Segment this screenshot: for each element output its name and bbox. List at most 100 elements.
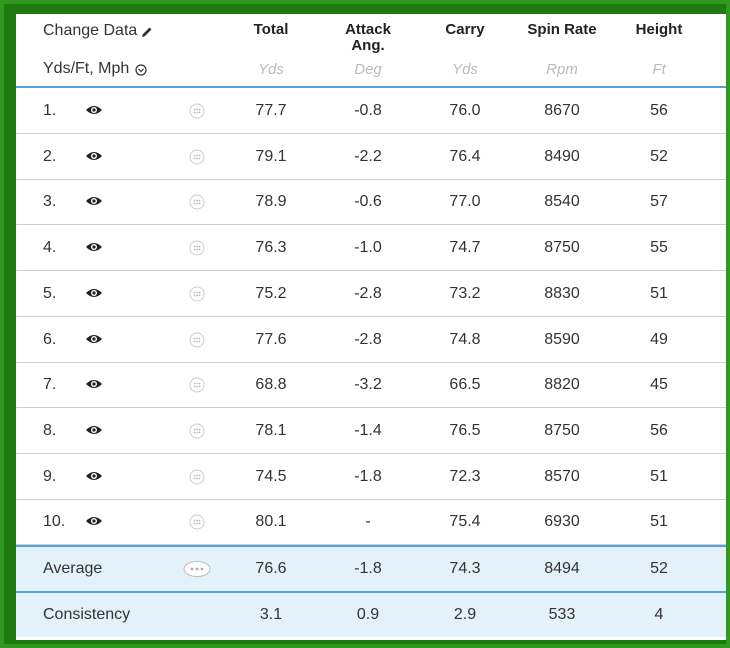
table-row: 3. 78.9 -0.6 77.0 8540 57 (16, 179, 726, 226)
row-index: 3. (43, 193, 57, 211)
cell-height: 51 (650, 513, 668, 531)
cell-attack-angle: -2.2 (354, 147, 382, 165)
eye-icon[interactable] (85, 469, 103, 483)
dots-circle-icon[interactable] (189, 514, 205, 530)
cell-height: 45 (650, 376, 668, 394)
average-row: Average 76.6 -1.8 74.3 8494 52 (16, 545, 726, 591)
eye-icon[interactable] (85, 286, 103, 300)
cell-height: 49 (650, 330, 668, 348)
cell-spin-rate: 8590 (544, 330, 580, 348)
column-unit-total: Yds (258, 61, 284, 78)
dots-circle-icon[interactable] (189, 240, 205, 256)
cell-attack-angle: - (365, 513, 371, 531)
cell-carry: 76.5 (449, 421, 481, 439)
cell-total: 79.1 (255, 147, 287, 165)
average-carry: 74.3 (449, 560, 481, 577)
column-header-spin-rate: Spin Rate (527, 21, 597, 38)
consistency-label: Consistency (43, 606, 131, 623)
cell-total: 77.6 (255, 330, 287, 348)
table-row: 5. 75.2 -2.8 73.2 8830 51 (16, 271, 726, 317)
table-row: 10. 80.1 - 75.4 6930 51 (16, 499, 726, 546)
eye-icon[interactable] (85, 240, 103, 254)
dots-circle-icon[interactable] (189, 149, 205, 165)
cell-carry: 73.2 (449, 284, 481, 302)
consistency-total: 3.1 (259, 606, 283, 623)
row-index: 9. (43, 467, 57, 485)
cell-carry: 74.8 (449, 330, 481, 348)
dots-circle-icon[interactable] (189, 194, 205, 210)
dots-circle-icon[interactable] (189, 103, 205, 119)
cell-spin-rate: 6930 (544, 513, 580, 531)
cell-total: 74.5 (255, 467, 287, 485)
row-index: 4. (43, 239, 57, 257)
cell-carry: 72.3 (449, 467, 481, 485)
dots-circle-icon[interactable] (189, 286, 205, 302)
cell-total: 78.9 (255, 193, 287, 211)
cell-total: 68.8 (255, 376, 287, 394)
column-header-height: Height (635, 21, 683, 38)
average-spin-rate: 8494 (544, 560, 580, 577)
table-header: Change Data Yds/Ft, Mph Total Attack Ang… (16, 14, 726, 88)
row-index: 6. (43, 330, 57, 348)
cell-spin-rate: 8570 (544, 467, 580, 485)
dots-circle-icon[interactable] (189, 423, 205, 439)
cell-spin-rate: 8820 (544, 376, 580, 394)
cell-carry: 75.4 (449, 513, 481, 531)
average-height: 52 (650, 560, 668, 577)
cell-spin-rate: 8490 (544, 147, 580, 165)
cell-height: 56 (650, 102, 668, 119)
column-unit-spin-rate: Rpm (546, 61, 578, 78)
cell-height: 57 (650, 193, 668, 211)
app-frame: Change Data Yds/Ft, Mph Total Attack Ang… (0, 0, 730, 648)
eye-icon[interactable] (85, 194, 103, 208)
dots-circle-icon[interactable] (189, 332, 205, 348)
cell-spin-rate: 8830 (544, 284, 580, 302)
column-unit-carry: Yds (452, 61, 478, 78)
average-attack-angle: -1.8 (354, 560, 382, 577)
eye-icon[interactable] (85, 103, 103, 117)
average-label: Average (43, 560, 103, 577)
column-unit-attack-angle: Deg (354, 61, 382, 78)
eye-icon[interactable] (85, 149, 103, 163)
column-unit-height: Ft (652, 61, 666, 78)
change-data-button[interactable]: Change Data (43, 22, 153, 40)
cell-carry: 76.0 (449, 102, 481, 119)
cell-total: 80.1 (255, 513, 287, 531)
column-header-carry: Carry (445, 21, 485, 38)
cell-spin-rate: 8540 (544, 193, 580, 211)
dots-circle-icon[interactable] (182, 560, 212, 578)
column-header-attack-angle: Attack Ang. (345, 21, 391, 54)
cell-attack-angle: -2.8 (354, 330, 382, 348)
cell-spin-rate: 8750 (544, 239, 580, 257)
cell-height: 51 (650, 467, 668, 485)
eye-icon[interactable] (85, 377, 103, 391)
cell-carry: 66.5 (449, 376, 481, 394)
units-selector[interactable]: Yds/Ft, Mph (43, 60, 147, 78)
cell-carry: 77.0 (449, 193, 481, 211)
row-index: 8. (43, 421, 57, 439)
cell-total: 78.1 (255, 421, 287, 439)
cell-attack-angle: -0.8 (354, 102, 382, 119)
change-data-label: Change Data (43, 22, 138, 39)
cell-total: 77.7 (255, 102, 287, 119)
cell-spin-rate: 8750 (544, 421, 580, 439)
cell-attack-angle: -1.0 (354, 239, 382, 257)
consistency-spin-rate: 533 (548, 606, 576, 623)
row-index: 10. (43, 513, 66, 531)
dots-circle-icon[interactable] (189, 469, 205, 485)
cell-height: 52 (650, 147, 668, 165)
table-row: 7. 68.8 -3.2 66.5 8820 45 (16, 362, 726, 409)
cell-height: 55 (650, 239, 668, 257)
dots-circle-icon[interactable] (189, 377, 205, 393)
table-row: 4. 76.3 -1.0 74.7 8750 55 (16, 225, 726, 272)
shot-data-table: Change Data Yds/Ft, Mph Total Attack Ang… (16, 14, 726, 640)
average-total: 76.6 (255, 560, 287, 577)
eye-icon[interactable] (85, 514, 103, 528)
eye-icon[interactable] (85, 423, 103, 437)
eye-icon[interactable] (85, 332, 103, 346)
table-row: 1. 77.7 -0.8 76.0 8670 56 (16, 88, 726, 134)
consistency-attack-angle: 0.9 (356, 606, 380, 623)
table-row: 6. 77.6 -2.8 74.8 8590 49 (16, 317, 726, 363)
consistency-row: Consistency 3.1 0.9 2.9 533 4 (16, 591, 726, 637)
units-label: Yds/Ft, Mph (43, 60, 130, 77)
